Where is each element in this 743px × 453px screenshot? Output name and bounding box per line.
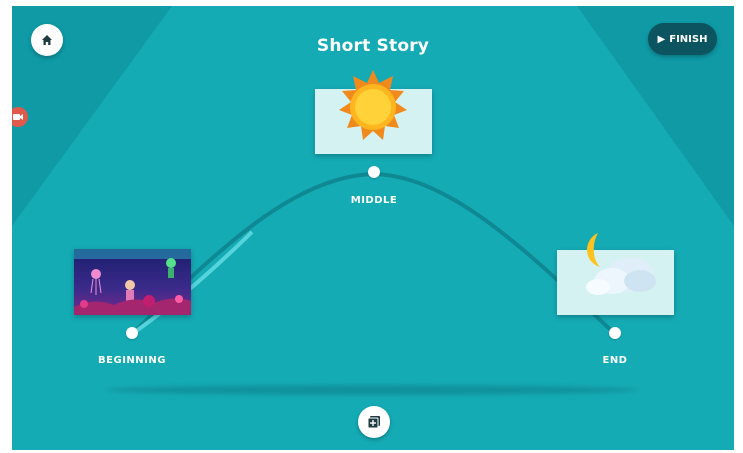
middle-point[interactable] [368,166,380,178]
floor-shadow [107,385,637,395]
sun-sticker-icon [339,70,407,140]
finish-button[interactable]: ▶ FINISH [648,23,717,55]
home-button[interactable] [31,24,63,56]
add-scene-icon [367,416,380,429]
beginning-scene-card[interactable] [74,249,191,315]
moon-cloud-sticker-icon [586,233,656,295]
story-stage: Short Story ▶ FINISH BEGINNING MIDDLE EN… [12,6,734,450]
beginning-label: BEGINNING [98,355,166,366]
play-icon: ▶ [657,33,666,45]
page-title: Short Story [316,36,430,56]
home-icon [42,35,52,45]
end-point[interactable] [609,327,621,339]
finish-label: FINISH [669,33,708,45]
end-label: END [602,355,628,366]
add-scene-button[interactable] [358,406,390,438]
middle-label: MIDDLE [350,195,398,206]
camera-icon [13,114,23,120]
underwater-scene-thumbnail [74,249,191,315]
beginning-point[interactable] [126,327,138,339]
